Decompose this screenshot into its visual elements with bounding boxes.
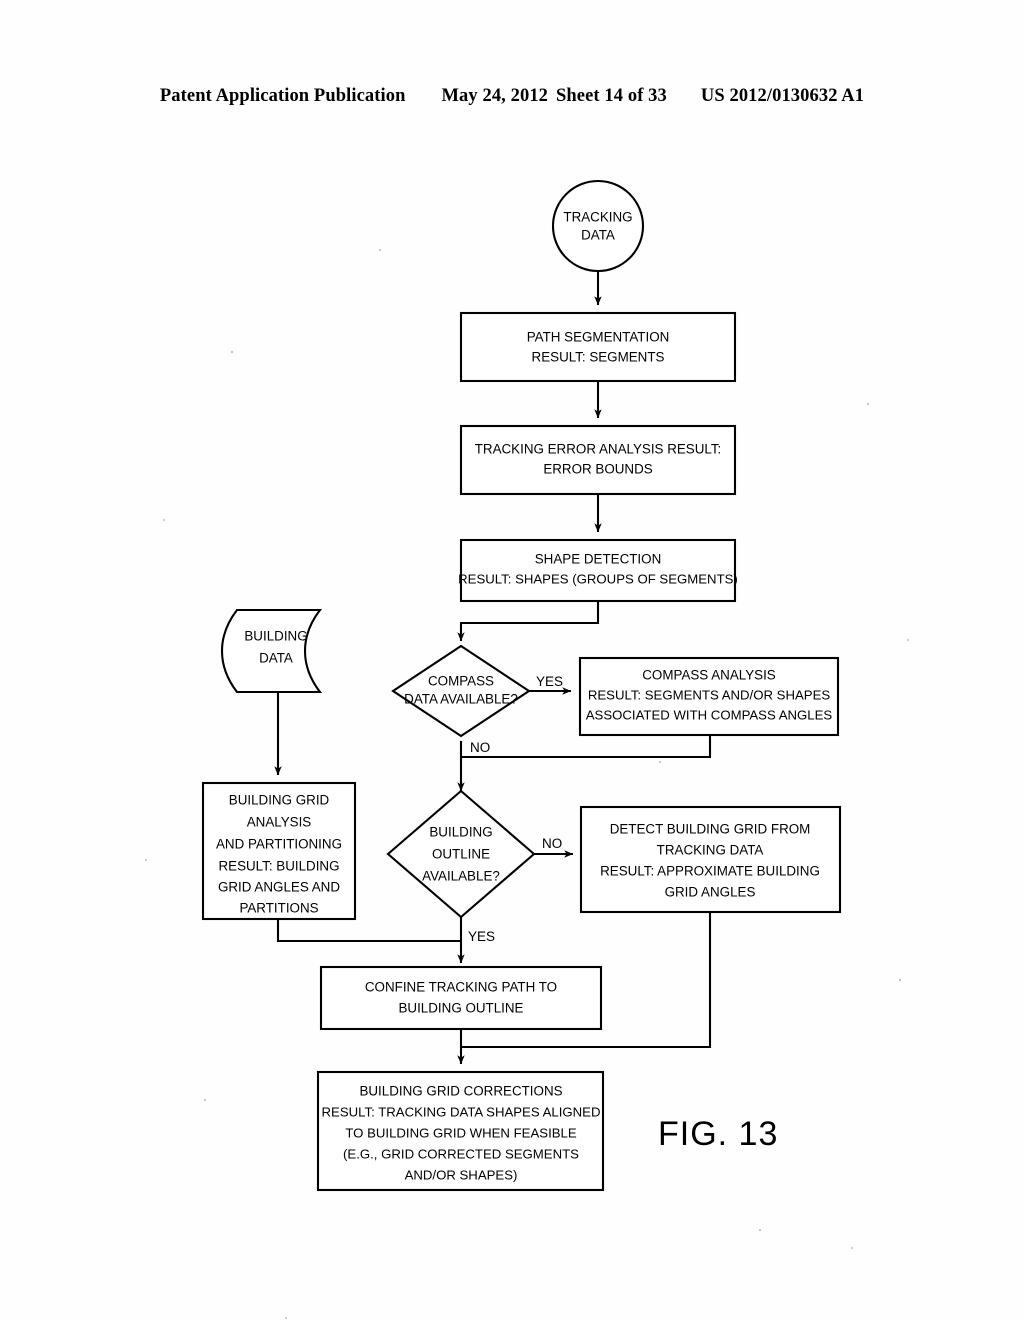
shape-detection-line-2: RESULT: SHAPES (GROUPS OF SEGMENTS) (458, 571, 738, 586)
confine-path-line-2: BUILDING OUTLINE (398, 1001, 523, 1016)
tracking-data-line-1: TRACKING (563, 210, 632, 225)
node-building-grid-corrections: BUILDING GRID CORRECTIONS RESULT: TRACKI… (316, 1070, 605, 1192)
node-detect-building-grid: DETECT BUILDING GRID FROM TRACKING DATA … (579, 805, 842, 914)
node-path-segmentation: PATH SEGMENTATION RESULT: SEGMENTS (459, 311, 737, 383)
outline-decision-line-2: OUTLINE (432, 847, 490, 862)
tracking-error-line-1: TRACKING ERROR ANALYSIS RESULT: (475, 442, 722, 457)
grid-corrections-line-1: BUILDING GRID CORRECTIONS (359, 1084, 562, 1099)
node-outline-decision: BUILDING OUTLINE AVAILABLE? (386, 789, 536, 919)
path-segmentation-line-1: PATH SEGMENTATION (527, 330, 670, 345)
grid-analysis-line-3: AND PARTITIONING (216, 837, 342, 852)
connector-grid-analysis-to-yes-line (276, 919, 461, 943)
outline-decision-line-3: AVAILABLE? (422, 869, 500, 884)
compass-decision-line-2: DATA AVAILABLE? (404, 692, 518, 707)
grid-analysis-line-2: ANALYSIS (247, 815, 312, 830)
grid-analysis-line-1: BUILDING GRID (229, 793, 330, 808)
shape-detection-line-1: SHAPE DETECTION (535, 552, 662, 567)
grid-corrections-line-2: RESULT: TRACKING DATA SHAPES ALIGNED (322, 1104, 601, 1119)
compass-decision-line-1: COMPASS (428, 674, 494, 689)
detect-grid-line-1: DETECT BUILDING GRID FROM (610, 822, 811, 837)
tracking-data-line-2: DATA (581, 228, 615, 243)
building-data-line-2: DATA (259, 651, 293, 666)
edge-label-outline-no: NO (542, 836, 562, 851)
edge-label-compass-yes: YES (536, 674, 563, 689)
detect-grid-line-3: RESULT: APPROXIMATE BUILDING (600, 864, 820, 879)
figure-label: FIG. 13 (658, 1115, 778, 1153)
compass-analysis-line-1: COMPASS ANALYSIS (642, 668, 776, 683)
confine-path-line-1: CONFINE TRACKING PATH TO (365, 980, 557, 995)
node-building-data: BUILDING DATA (220, 608, 323, 694)
connector-shape-to-compass (457, 601, 600, 642)
grid-analysis-line-4: RESULT: BUILDING (218, 859, 339, 874)
grid-analysis-line-5: GRID ANGLES AND (218, 880, 340, 895)
compass-analysis-line-3: ASSOCIATED WITH COMPASS ANGLES (586, 707, 833, 722)
path-segmentation-line-2: RESULT: SEGMENTS (532, 350, 665, 365)
patent-figure-page: Patent Application Publication May 24, 20… (0, 0, 1024, 1320)
node-building-grid-analysis: BUILDING GRID ANALYSIS AND PARTITIONING … (201, 781, 357, 921)
building-data-line-1: BUILDING (244, 629, 307, 644)
grid-analysis-line-6: PARTITIONS (239, 901, 318, 916)
connector-compass-analysis-down (461, 735, 712, 759)
node-shape-detection: SHAPE DETECTION RESULT: SHAPES (GROUPS O… (458, 538, 738, 603)
grid-corrections-line-4: (E.G., GRID CORRECTED SEGMENTS (343, 1146, 579, 1161)
node-compass-decision: COMPASS DATA AVAILABLE? (391, 644, 531, 738)
tracking-error-line-2: ERROR BOUNDS (543, 462, 652, 477)
grid-corrections-line-3: TO BUILDING GRID WHEN FEASIBLE (345, 1125, 577, 1140)
detect-grid-line-4: GRID ANGLES (665, 885, 756, 900)
node-confine-tracking-path: CONFINE TRACKING PATH TO BUILDING OUTLIN… (319, 965, 603, 1031)
flowchart-diagram: TRACKING DATA PATH SEGMENTATION RESULT: … (145, 179, 909, 1319)
edge-label-outline-yes: YES (468, 929, 495, 944)
node-tracking-error-analysis: TRACKING ERROR ANALYSIS RESULT: ERROR BO… (459, 424, 737, 496)
compass-analysis-line-2: RESULT: SEGMENTS AND/OR SHAPES (588, 687, 831, 702)
grid-corrections-line-5: AND/OR SHAPES) (405, 1167, 518, 1182)
edge-label-compass-no: NO (470, 740, 490, 755)
node-tracking-data: TRACKING DATA (551, 179, 645, 273)
outline-decision-line-1: BUILDING (429, 825, 492, 840)
detect-grid-line-2: TRACKING DATA (657, 843, 764, 858)
node-compass-analysis: COMPASS ANALYSIS RESULT: SEGMENTS AND/OR… (578, 656, 840, 737)
